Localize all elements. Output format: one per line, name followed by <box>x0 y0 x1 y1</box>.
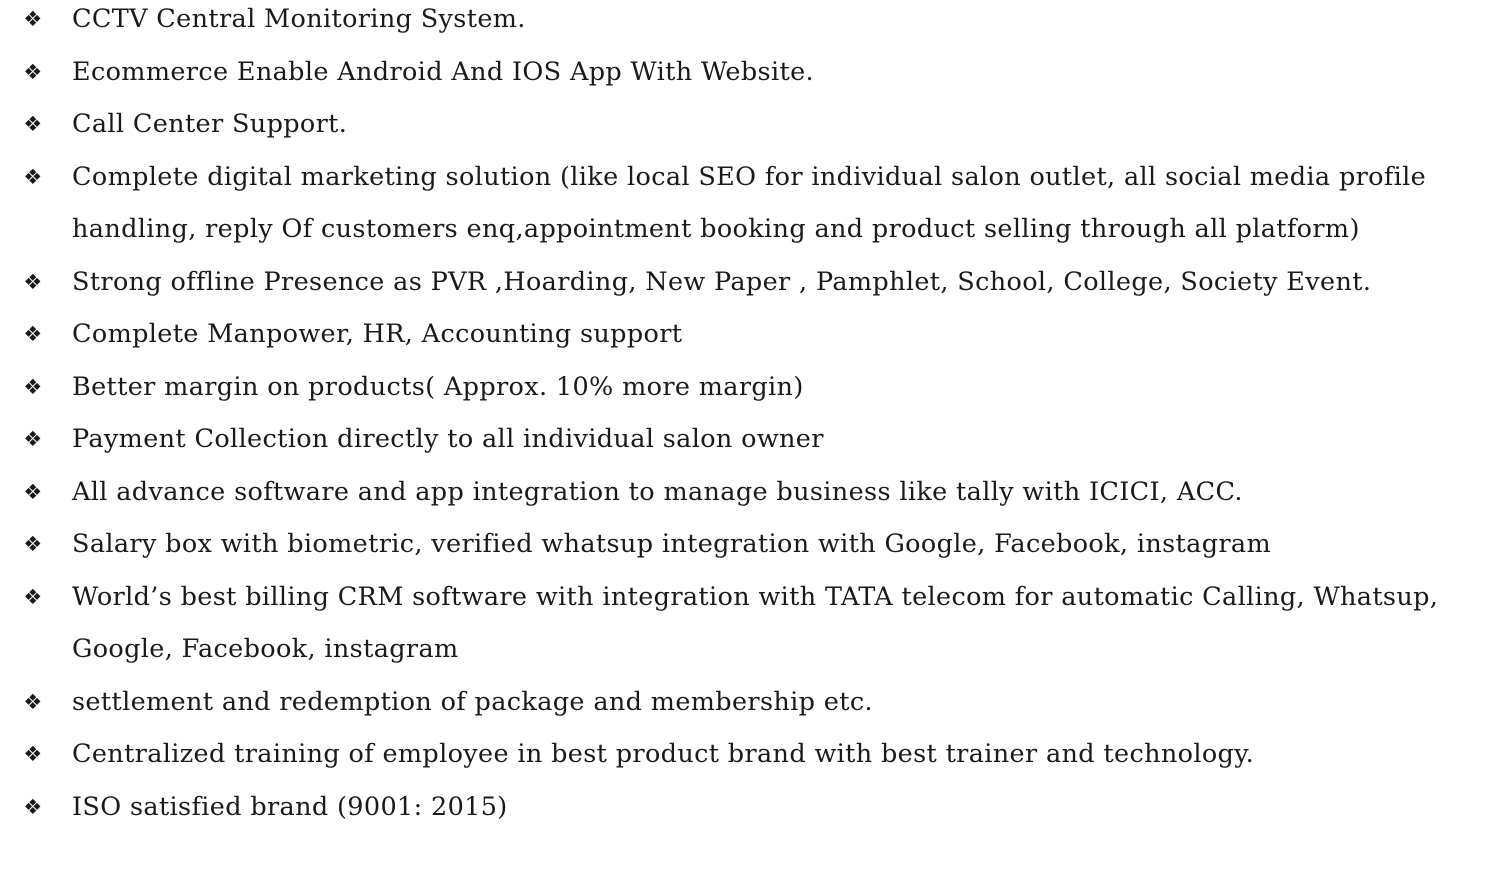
list-item: ❖ Ecommerce Enable Android And IOS App Wi… <box>0 46 1512 99</box>
diamond-bullet-icon: ❖ <box>23 689 43 714</box>
list-item-text: Strong offline Presence as PVR ,Hoarding… <box>72 266 1372 297</box>
list-item-text: settlement and redemption of package and… <box>72 686 873 717</box>
list-item: ❖ All advance software and app integratio… <box>0 466 1512 519</box>
diamond-bullet-icon: ❖ <box>23 794 43 819</box>
list-item-text: All advance software and app integration… <box>72 476 1243 507</box>
diamond-bullet-icon: ❖ <box>23 112 43 136</box>
list-item-text: Ecommerce Enable Android And IOS App Wit… <box>72 56 814 87</box>
diamond-bullet-icon: ❖ <box>23 427 43 451</box>
list-item: ❖ ISO satisfied brand (9001: 2015) <box>0 781 1512 834</box>
list-item: ❖ Centralized training of employee in bes… <box>0 728 1512 781</box>
list-item: ❖ Complete Manpower, HR, Accounting suppo… <box>0 308 1512 361</box>
list-item: ❖ Complete digital marketing solution (li… <box>0 151 1512 256</box>
list-item: ❖ Strong offline Presence as PVR ,Hoardin… <box>0 256 1512 309</box>
diamond-bullet-icon: ❖ <box>23 479 43 504</box>
list-item-text: Payment Collection directly to all indiv… <box>72 424 824 454</box>
list-item-text: Complete digital marketing solution (lik… <box>72 161 1427 245</box>
list-item: ❖ settlement and redemption of package a… <box>0 676 1512 729</box>
diamond-bullet-icon: ❖ <box>23 269 43 294</box>
diamond-bullet-icon: ❖ <box>23 7 43 31</box>
diamond-bullet-icon: ❖ <box>23 742 43 766</box>
document-page: ❖ CCTV Central Monitoring System. ❖ Ecomme… <box>0 0 1512 879</box>
diamond-bullet-icon: ❖ <box>23 164 43 189</box>
list-item: ❖ Salary box with biometric, verified wha… <box>0 518 1512 571</box>
list-item-text: CCTV Central Monitoring System. <box>72 4 526 34</box>
list-item-text: Better margin on products( Approx. 10% m… <box>72 371 804 402</box>
list-item: ❖ Better margin on products( Approx. 10% … <box>0 361 1512 414</box>
list-item-text: ISO satisfied brand (9001: 2015) <box>72 791 508 822</box>
feature-list: ❖ CCTV Central Monitoring System. ❖ Ecomme… <box>0 0 1512 833</box>
diamond-bullet-icon: ❖ <box>23 584 43 609</box>
list-item-text: Complete Manpower, HR, Accounting suppor… <box>72 319 683 349</box>
list-item: ❖ CCTV Central Monitoring System. <box>0 0 1512 46</box>
list-item: ❖ World’s best billing CRM software with … <box>0 571 1512 676</box>
list-item-text: Call Center Support. <box>72 109 348 139</box>
diamond-bullet-icon: ❖ <box>23 374 43 399</box>
list-item: ❖ Call Center Support. <box>0 98 1512 151</box>
list-item-text: Centralized training of employee in best… <box>72 739 1255 769</box>
list-item: ❖ Payment Collection directly to all indi… <box>0 413 1512 466</box>
diamond-bullet-icon: ❖ <box>23 532 43 556</box>
list-item-text: World’s best billing CRM software with i… <box>72 581 1439 665</box>
list-item-text: Salary box with biometric, verified what… <box>72 529 1272 559</box>
diamond-bullet-icon: ❖ <box>23 59 43 84</box>
diamond-bullet-icon: ❖ <box>23 322 43 346</box>
